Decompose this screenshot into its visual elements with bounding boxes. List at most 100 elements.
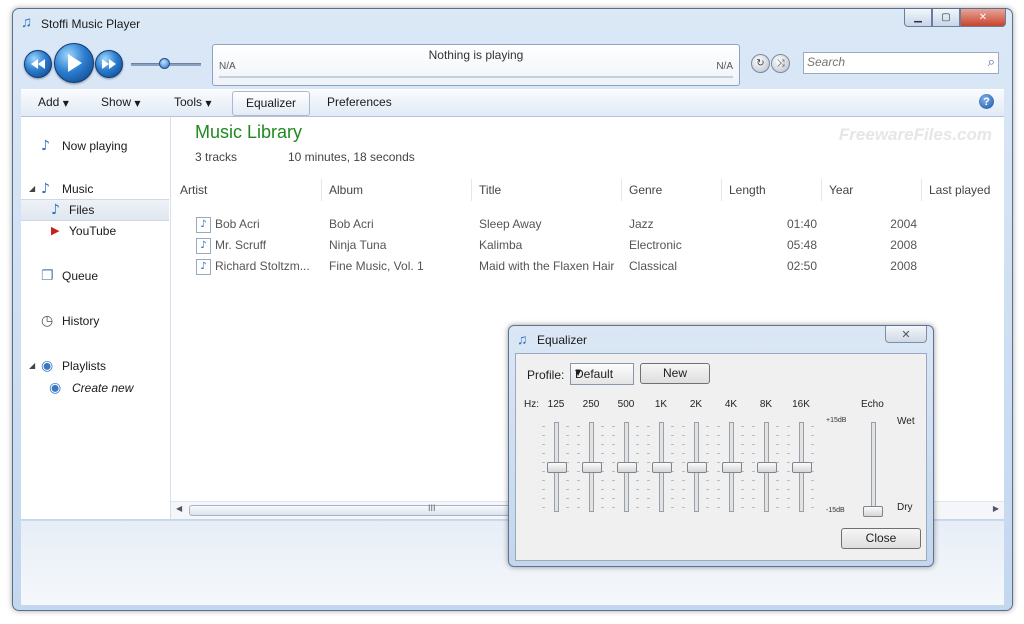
slider-tick: [636, 507, 639, 508]
band-label: 8K: [759, 399, 773, 410]
cell-artist: Bob Acri: [215, 217, 260, 231]
slider-tick: [811, 507, 814, 508]
new-profile-button[interactable]: New: [640, 363, 710, 384]
search-input[interactable]: [807, 53, 967, 71]
slider-tick: [717, 498, 720, 499]
slider-tick: [717, 489, 720, 490]
column-header-year[interactable]: Year: [821, 179, 922, 201]
sidebar-item-youtube[interactable]: ▶ YouTube: [21, 221, 169, 241]
slider-tick: [636, 480, 639, 481]
slider-tick: [612, 444, 615, 445]
repeat-button[interactable]: ↻: [751, 54, 770, 73]
sidebar-item-music[interactable]: ◢ ♪ Music: [21, 179, 169, 199]
sidebar: ♪ Now playing ◢ ♪ Music ♪ Files ▶ YouTub…: [21, 117, 171, 519]
slider-tick: [706, 453, 709, 454]
band-slider-thumb[interactable]: [687, 462, 707, 473]
table-row[interactable]: ♪ Mr. Scruff Ninja Tuna Kalimba Electron…: [171, 235, 1004, 256]
sidebar-item-create-new[interactable]: ◉ Create new: [21, 378, 169, 398]
equalizer-title: Equalizer: [537, 333, 588, 347]
slider-tick: [647, 444, 650, 445]
column-header-last-played[interactable]: Last played: [921, 179, 1004, 201]
menu-tools[interactable]: Tools ▼: [174, 95, 212, 109]
sidebar-item-queue[interactable]: ❐ Queue: [21, 266, 169, 286]
column-header-artist[interactable]: Artist: [173, 179, 321, 201]
slider-tick: [717, 453, 720, 454]
echo-slider-thumb[interactable]: [863, 506, 883, 517]
slider-tick: [741, 498, 744, 499]
menu-tools-label: Tools: [174, 95, 203, 109]
collapse-arrow-icon[interactable]: ◢: [29, 184, 35, 193]
slider-tick: [601, 507, 604, 508]
slider-tick: [752, 471, 755, 472]
help-icon[interactable]: ?: [979, 94, 994, 109]
next-button[interactable]: [95, 50, 123, 78]
band-slider-thumb[interactable]: [547, 462, 567, 473]
sidebar-item-playlists[interactable]: ◢ ◉ Playlists: [21, 356, 169, 376]
wet-label: Wet: [897, 416, 915, 427]
band-slider-thumb[interactable]: [722, 462, 742, 473]
slider-tick: [787, 507, 790, 508]
clock-icon: ◷: [41, 313, 54, 329]
band-slider-thumb[interactable]: [582, 462, 602, 473]
collapse-arrow-icon[interactable]: ◢: [29, 361, 35, 370]
column-header-album[interactable]: Album: [321, 179, 472, 201]
band-label: 500: [617, 399, 635, 410]
menu-show[interactable]: Show ▼: [101, 95, 141, 109]
slider-tick: [612, 507, 615, 508]
column-label: Title: [479, 183, 502, 197]
table-row[interactable]: ♪ Bob Acri Bob Acri Sleep Away Jazz 01:4…: [171, 214, 1004, 235]
cell-genre: Classical: [629, 259, 678, 273]
band-slider-thumb[interactable]: [757, 462, 777, 473]
slider-tick: [671, 453, 674, 454]
sidebar-item-history[interactable]: ◷ History: [21, 311, 169, 331]
band-slider-thumb[interactable]: [652, 462, 672, 473]
column-header-length[interactable]: Length: [721, 179, 822, 201]
total-time: N/A: [716, 61, 733, 72]
band-slider-thumb[interactable]: [792, 462, 812, 473]
band-label: 125: [547, 399, 565, 410]
slider-tick: [612, 498, 615, 499]
slider-tick: [787, 480, 790, 481]
column-header-genre[interactable]: Genre: [621, 179, 722, 201]
maximize-button[interactable]: ▢: [932, 9, 960, 27]
scroll-left-icon[interactable]: ◀: [176, 504, 182, 513]
slider-tick: [741, 489, 744, 490]
profile-select[interactable]: Default ▼: [570, 363, 634, 385]
sidebar-item-files[interactable]: ♪ Files: [21, 199, 169, 221]
menu-preferences[interactable]: Preferences: [327, 95, 392, 109]
slider-tick: [577, 426, 580, 427]
close-window-button[interactable]: ✕: [960, 9, 1006, 27]
play-button[interactable]: [54, 43, 94, 83]
search-icon[interactable]: ⌕: [988, 55, 995, 70]
slider-tick: [577, 462, 580, 463]
slider-tick: [647, 507, 650, 508]
sidebar-item-now-playing[interactable]: ♪ Now playing: [21, 136, 169, 156]
sidebar-item-label: Playlists: [62, 359, 107, 373]
slider-tick: [671, 507, 674, 508]
close-icon[interactable]: ✕: [885, 326, 927, 343]
menu-show-label: Show: [101, 95, 132, 109]
close-button[interactable]: Close: [841, 528, 921, 549]
slider-tick: [647, 435, 650, 436]
echo-slider-track[interactable]: [871, 422, 876, 512]
minimize-button[interactable]: ▁: [904, 9, 932, 27]
slider-tick: [577, 453, 580, 454]
table-row[interactable]: ♪ Richard Stoltzm... Fine Music, Vol. 1 …: [171, 256, 1004, 277]
band-slider-thumb[interactable]: [617, 462, 637, 473]
title-bar[interactable]: ♫ Stoffi Music Player ▁ ▢ ✕: [13, 9, 1012, 37]
slider-tick: [566, 480, 569, 481]
scroll-right-icon[interactable]: ▶: [993, 504, 999, 513]
seek-bar[interactable]: [219, 76, 733, 78]
cell-artist: Mr. Scruff: [215, 238, 267, 252]
page-title: Music Library: [195, 122, 303, 142]
slider-tick: [752, 507, 755, 508]
volume-knob[interactable]: [158, 58, 170, 69]
shuffle-button[interactable]: ⤨: [771, 54, 790, 73]
menu-equalizer[interactable]: Equalizer: [232, 91, 311, 116]
column-header-title[interactable]: Title: [471, 179, 622, 201]
cell-length: 05:48: [786, 238, 817, 252]
menu-add[interactable]: Add ▼: [38, 95, 69, 109]
slider-tick: [682, 426, 685, 427]
new-playlist-icon: ◉: [49, 380, 62, 396]
previous-button[interactable]: [24, 50, 52, 78]
